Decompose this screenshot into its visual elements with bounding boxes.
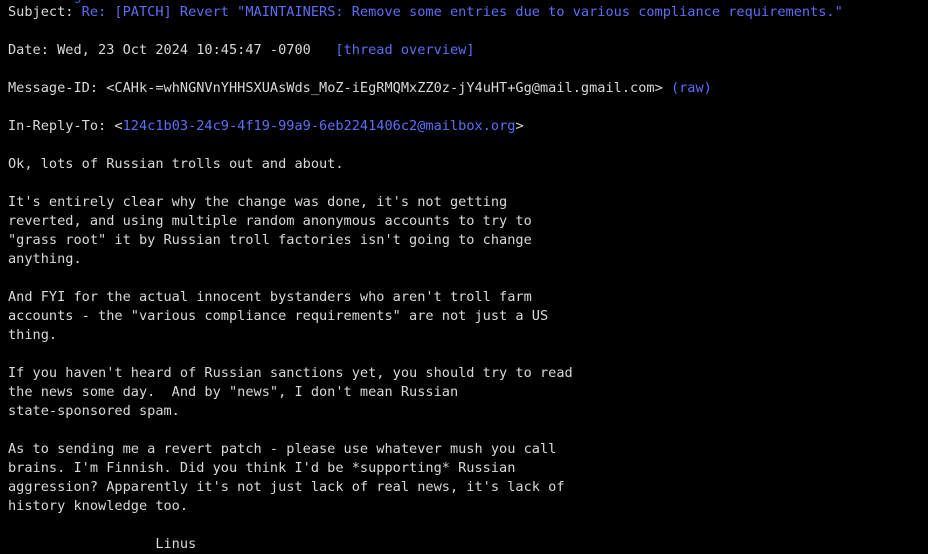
in-reply-to-close-bracket: >: [515, 118, 524, 134]
message-signature: Linus: [8, 536, 197, 552]
header-subject: Subject: Re: [PATCH] Revert "MAINTAINERS…: [8, 3, 920, 22]
email-headers: Subject: Re: [PATCH] Revert "MAINTAINERS…: [8, 3, 920, 136]
email-message: Subject: Re: [PATCH] Revert "MAINTAINERS…: [8, 3, 920, 554]
header-in-reply-to-key: In-Reply-To:: [8, 118, 107, 134]
header-body-separator: [8, 136, 920, 155]
header-subject-key: Subject:: [8, 4, 74, 20]
message-paragraph: Ok, lots of Russian trolls out and about…: [8, 156, 344, 172]
message-viewport: 4+ messages in thread Subject: Re: [PATC…: [0, 0, 928, 552]
message-paragraph: It's entirely clear why the change was d…: [8, 194, 532, 267]
message-paragraph: If you haven't heard of Russian sanction…: [8, 365, 573, 419]
in-reply-to-open-bracket: <: [114, 118, 123, 134]
message-id-close-bracket: >: [654, 80, 663, 96]
raw-link[interactable]: (raw): [671, 80, 712, 96]
header-in-reply-to: In-Reply-To: <124c1b03-24c9-4f19-99a9-6e…: [8, 117, 920, 136]
header-subject-value[interactable]: Re: [PATCH] Revert "MAINTAINERS: Remove …: [82, 4, 843, 20]
header-date: Date: Wed, 23 Oct 2024 10:45:47 -0700 [t…: [8, 41, 920, 60]
header-date-key: Date:: [8, 42, 49, 58]
header-message-id: Message-ID: <CAHk-=whNGNVnYHHSXUAsWds_Mo…: [8, 79, 920, 98]
header-message-id-value: CAHk-=whNGNVnYHHSXUAsWds_MoZ-iEgRMQMxZZ0…: [114, 80, 655, 96]
message-paragraph: As to sending me a revert patch - please…: [8, 441, 565, 514]
signature-spacer: [8, 516, 920, 535]
header-date-value: Wed, 23 Oct 2024 10:45:47 -0700: [57, 42, 311, 58]
header-in-reply-to-value[interactable]: 124c1b03-24c9-4f19-99a9-6eb2241406c2@mai…: [123, 118, 516, 134]
message-paragraph: And FYI for the actual innocent bystande…: [8, 289, 549, 343]
header-message-id-key: Message-ID:: [8, 80, 99, 96]
thread-overview-link[interactable]: [thread overview]: [335, 42, 474, 58]
